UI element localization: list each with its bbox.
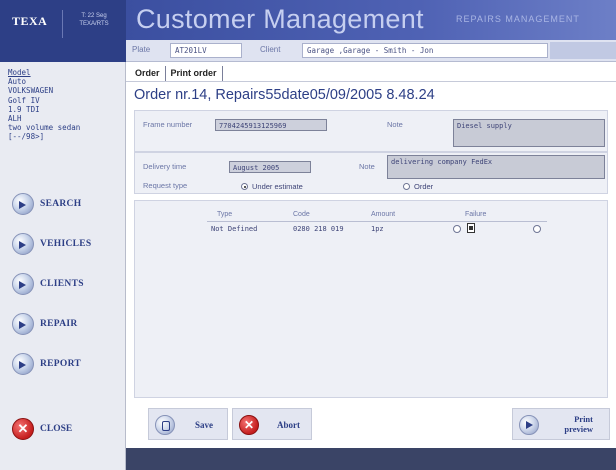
delivery-time-label: Delivery time bbox=[143, 162, 187, 171]
items-table: Type Code Amount Failure Not Defined 028… bbox=[134, 200, 608, 398]
app-header: Customer Management REPAIRS MANAGEMENT bbox=[126, 0, 616, 40]
section-subtitle: REPAIRS MANAGEMENT bbox=[456, 14, 580, 24]
app-title: Customer Management bbox=[136, 4, 424, 34]
brand-logo: TEXA bbox=[12, 14, 48, 28]
request-type-label: Request type bbox=[143, 181, 188, 190]
note-field[interactable]: Diesel supply bbox=[453, 119, 605, 147]
arrow-icon bbox=[12, 313, 34, 335]
sidebar-item-label: VEHICLES bbox=[40, 239, 92, 249]
model-line: VOLKSWAGEN bbox=[8, 86, 54, 96]
model-line: two volume sedan bbox=[8, 123, 81, 133]
sidebar-item-label: CLIENTS bbox=[40, 279, 84, 289]
sidebar-item-search[interactable]: SEARCH bbox=[0, 188, 126, 220]
client-field[interactable]: Garage ,Garage - Smith - Jon bbox=[302, 43, 548, 58]
frame-panel: Frame number 7704245913125969 Note Diese… bbox=[134, 110, 608, 152]
sidebar-item-label: REPORT bbox=[40, 359, 82, 369]
save-label: Save bbox=[195, 420, 213, 430]
model-line: 1.9 TDI bbox=[8, 104, 40, 114]
plate-label: Plate bbox=[132, 45, 151, 54]
column-header-type: Type bbox=[217, 211, 233, 218]
vehicle-model-info: Model Auto VOLKSWAGEN Golf IV 1.9 TDI AL… bbox=[8, 68, 120, 142]
model-line: Auto bbox=[8, 77, 27, 87]
plate-field[interactable]: AT201LV bbox=[170, 43, 242, 58]
radio-under-estimate[interactable]: Under estimate bbox=[241, 182, 303, 191]
model-line: ALH bbox=[8, 114, 22, 124]
document-icon[interactable] bbox=[467, 223, 475, 233]
frame-number-label: Frame number bbox=[143, 120, 193, 129]
sidebar-item-vehicles[interactable]: VEHICLES bbox=[0, 228, 126, 260]
abort-icon: ✕ bbox=[239, 415, 259, 435]
cell-amount: 1pz bbox=[371, 225, 384, 233]
tab-print-order[interactable]: Print order bbox=[166, 66, 223, 82]
arrow-icon bbox=[519, 415, 539, 435]
save-button[interactable]: Save bbox=[148, 408, 228, 440]
delivery-panel: Delivery time August 2005 Note deliverin… bbox=[134, 152, 608, 194]
table-header-divider bbox=[207, 221, 547, 222]
note-label-2: Note bbox=[359, 162, 375, 171]
tab-order[interactable]: Order bbox=[130, 66, 166, 82]
sidebar-item-label: REPAIR bbox=[40, 319, 78, 329]
client-label: Client bbox=[260, 45, 281, 54]
failure-radio[interactable] bbox=[533, 225, 541, 233]
print-preview-button[interactable]: Print preview bbox=[512, 408, 610, 440]
main-content: Order Print order Order nr.14, Repairs55… bbox=[126, 62, 616, 448]
delivery-time-field[interactable]: August 2005 bbox=[229, 161, 311, 173]
abort-button[interactable]: ✕ Abort bbox=[232, 408, 312, 440]
close-label: CLOSE bbox=[40, 424, 73, 434]
failure-radio[interactable] bbox=[453, 225, 461, 233]
sidebar-item-report[interactable]: REPORT bbox=[0, 348, 126, 380]
close-icon: ✕ bbox=[12, 418, 34, 440]
logo-block: TEXA T: 22 Seg TEXA/RTS bbox=[0, 0, 126, 62]
frame-number-field[interactable]: 7704245913125969 bbox=[215, 119, 327, 131]
radio-dot bbox=[403, 183, 410, 190]
cell-code: 0280 218 019 bbox=[293, 225, 344, 233]
save-icon bbox=[155, 415, 175, 435]
cell-type: Not Defined bbox=[211, 225, 258, 233]
radio-order[interactable]: Order bbox=[403, 182, 433, 191]
brand-subtitle: T: 22 Seg TEXA/RTS bbox=[79, 13, 109, 27]
arrow-icon bbox=[12, 273, 34, 295]
arrow-icon bbox=[12, 353, 34, 375]
model-line: [--/98>] bbox=[8, 132, 45, 142]
header-tab[interactable] bbox=[550, 42, 616, 59]
radio-label: Order bbox=[414, 182, 434, 191]
column-header-failure: Failure bbox=[465, 211, 487, 218]
sidebar-item-label: SEARCH bbox=[40, 199, 82, 209]
abort-label: Abort bbox=[277, 420, 300, 430]
tab-divider bbox=[126, 81, 616, 82]
model-line: Golf IV bbox=[8, 95, 40, 105]
status-bar bbox=[126, 448, 616, 470]
arrow-icon bbox=[12, 193, 34, 215]
vehicle-bar: Plate AT201LV Client Garage ,Garage - Sm… bbox=[126, 40, 616, 62]
arrow-icon bbox=[12, 233, 34, 255]
column-header-code: Code bbox=[293, 211, 310, 218]
order-title: Order nr.14, Repairs55date05/09/2005 8.4… bbox=[134, 87, 435, 103]
column-header-amount: Amount bbox=[371, 211, 396, 218]
logo-divider bbox=[62, 10, 63, 38]
note-field-2[interactable]: delivering company FedEx bbox=[387, 155, 605, 179]
sidebar-item-repair[interactable]: REPAIR bbox=[0, 308, 126, 340]
sidebar: TEXA T: 22 Seg TEXA/RTS Model Auto VOLKS… bbox=[0, 0, 126, 470]
tab-bar: Order Print order bbox=[130, 66, 223, 82]
sidebar-item-clients[interactable]: CLIENTS bbox=[0, 268, 126, 300]
radio-dot bbox=[241, 183, 248, 190]
close-button[interactable]: ✕ CLOSE bbox=[0, 414, 126, 444]
print-preview-label: Print preview bbox=[564, 414, 593, 434]
note-label: Note bbox=[387, 120, 403, 129]
radio-label: Under estimate bbox=[252, 182, 303, 191]
model-label: Model bbox=[8, 68, 31, 77]
